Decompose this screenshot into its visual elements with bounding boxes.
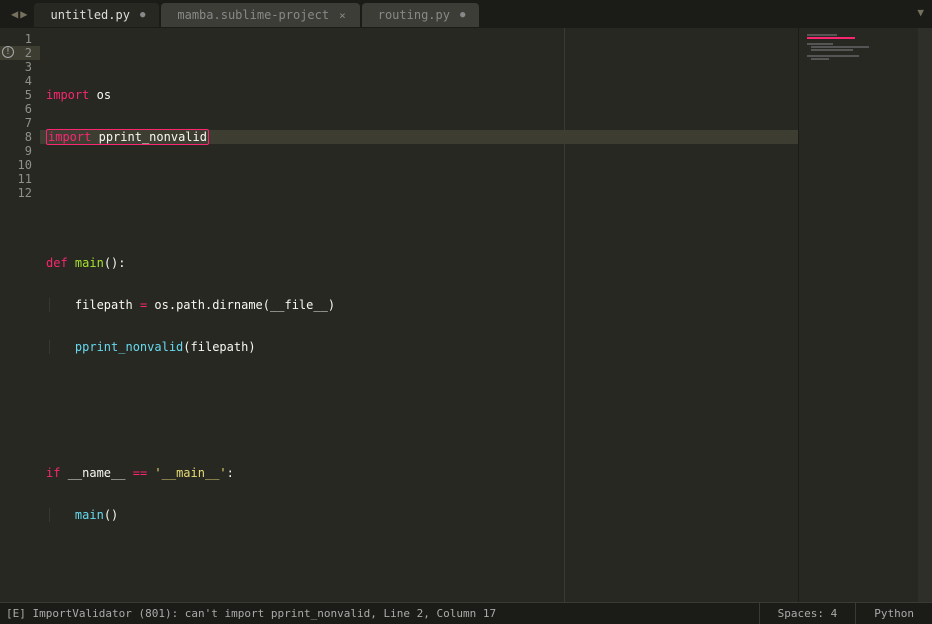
status-error-message[interactable]: [E] ImportValidator (801): can't import … — [0, 607, 759, 620]
editor: 1 ! 2 3 4 5 6 7 8 9 10 11 12 import os i… — [0, 28, 932, 602]
code-line — [40, 214, 798, 228]
tab-mamba-sublime-project[interactable]: mamba.sublime-project × — [161, 3, 359, 27]
tab-dirty-icon: ● — [140, 10, 145, 20]
tab-dirty-icon: ● — [460, 10, 465, 20]
tab-overflow-icon[interactable]: ▼ — [917, 6, 924, 19]
status-bar: [E] ImportValidator (801): can't import … — [0, 602, 932, 624]
line-number: 6 — [0, 102, 40, 116]
tab-nav-arrows: ◀ ▶ — [4, 0, 34, 27]
tab-routing-py[interactable]: routing.py ● — [362, 3, 480, 27]
gutter-error-icon[interactable]: ! — [2, 46, 14, 58]
code-line — [40, 172, 798, 186]
code-line: import os — [40, 88, 798, 102]
line-number: 3 — [0, 60, 40, 74]
gutter: 1 ! 2 3 4 5 6 7 8 9 10 11 12 — [0, 28, 40, 602]
line-number: 7 — [0, 116, 40, 130]
code-line: import pprint_nonvalid — [40, 130, 798, 144]
tab-close-icon[interactable]: × — [339, 9, 346, 22]
status-syntax[interactable]: Python — [855, 603, 932, 624]
line-number: 12 — [0, 186, 40, 200]
code-line — [40, 424, 798, 438]
code-line: if __name__ == '__main__': — [40, 466, 798, 480]
tab-label: untitled.py — [50, 8, 129, 22]
tab-label: routing.py — [378, 8, 450, 22]
vertical-scrollbar[interactable] — [918, 28, 932, 602]
status-indent[interactable]: Spaces: 4 — [759, 603, 856, 624]
code-line — [40, 382, 798, 396]
tab-bar: ◀ ▶ untitled.py ● mamba.sublime-project … — [0, 0, 932, 28]
code-line: │ pprint_nonvalid(filepath) — [40, 340, 798, 354]
code-line: │ filepath = os.path.dirname(__file__) — [40, 298, 798, 312]
line-number: 10 — [0, 158, 40, 172]
line-number: 8 — [0, 130, 40, 144]
line-number: 4 — [0, 74, 40, 88]
tab-history-back-icon[interactable]: ◀ — [11, 7, 18, 21]
code-line: │ main() — [40, 508, 798, 522]
line-number: 5 — [0, 88, 40, 102]
line-number: 1 — [0, 32, 40, 46]
line-number: 11 — [0, 172, 40, 186]
line-number: 9 — [0, 144, 40, 158]
code-line: def main(): — [40, 256, 798, 270]
line-number: ! 2 — [0, 46, 40, 60]
tab-history-forward-icon[interactable]: ▶ — [20, 7, 27, 21]
tab-label: mamba.sublime-project — [177, 8, 329, 22]
error-underline: import pprint_nonvalid — [46, 129, 209, 145]
code-area[interactable]: import os import pprint_nonvalid def mai… — [40, 28, 798, 602]
tab-untitled-py[interactable]: untitled.py ● — [34, 3, 159, 27]
code-line — [40, 550, 798, 564]
minimap[interactable] — [798, 28, 918, 602]
